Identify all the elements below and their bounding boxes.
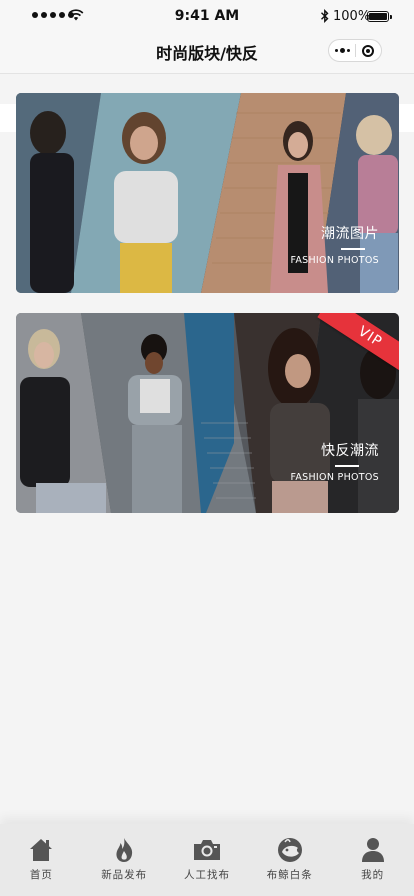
card-caption: 潮流图片 FASHION PHOTOS	[290, 223, 379, 266]
tab-credit[interactable]: 布鲸白条	[248, 824, 331, 896]
tab-label: 首页	[29, 869, 53, 881]
miniprogram-capsule	[328, 39, 382, 62]
card-title: 潮流图片	[321, 226, 379, 242]
tab-label: 新品发布	[101, 869, 148, 881]
status-bar: 9:41 AM 100%	[0, 0, 414, 34]
flame-icon	[116, 838, 133, 862]
more-icon[interactable]	[329, 40, 355, 61]
tab-label: 布鲸白条	[266, 869, 313, 881]
card-subtitle: FASHION PHOTOS	[290, 255, 379, 266]
close-miniprogram-icon[interactable]	[356, 40, 381, 61]
caption-divider	[341, 248, 365, 250]
tab-label: 人工找布	[183, 869, 230, 881]
battery-icon	[367, 11, 392, 22]
tab-mine[interactable]: 我的	[331, 824, 414, 896]
bluetooth-icon	[321, 9, 329, 23]
nav-bar: 时尚版块/快反	[0, 34, 414, 74]
whale-icon	[277, 838, 302, 862]
tab-label: 我的	[361, 869, 385, 881]
card-caption: 快反潮流 FASHION PHOTOS	[290, 440, 379, 483]
person-icon	[361, 838, 384, 862]
card-title: 快反潮流	[321, 443, 379, 459]
tab-new-releases[interactable]: 新品发布	[83, 824, 166, 896]
bottom-tab-bar: 首页 新品发布 人工找布 布鲸白条 我的	[0, 824, 414, 896]
fast-fashion-photo-collage	[16, 313, 399, 513]
tab-manual-fabric-search[interactable]: 人工找布	[166, 824, 249, 896]
card-subtitle: FASHION PHOTOS	[290, 472, 379, 483]
camera-icon	[193, 840, 220, 860]
fast-fashion-card[interactable]: VIP 快反潮流 FASHION PHOTOS	[16, 313, 399, 513]
home-icon	[30, 839, 53, 861]
tab-home[interactable]: 首页	[0, 824, 83, 896]
caption-divider	[335, 465, 359, 467]
battery-percentage: 100%	[333, 9, 371, 24]
fashion-photos-card[interactable]: 潮流图片 FASHION PHOTOS	[16, 93, 399, 293]
